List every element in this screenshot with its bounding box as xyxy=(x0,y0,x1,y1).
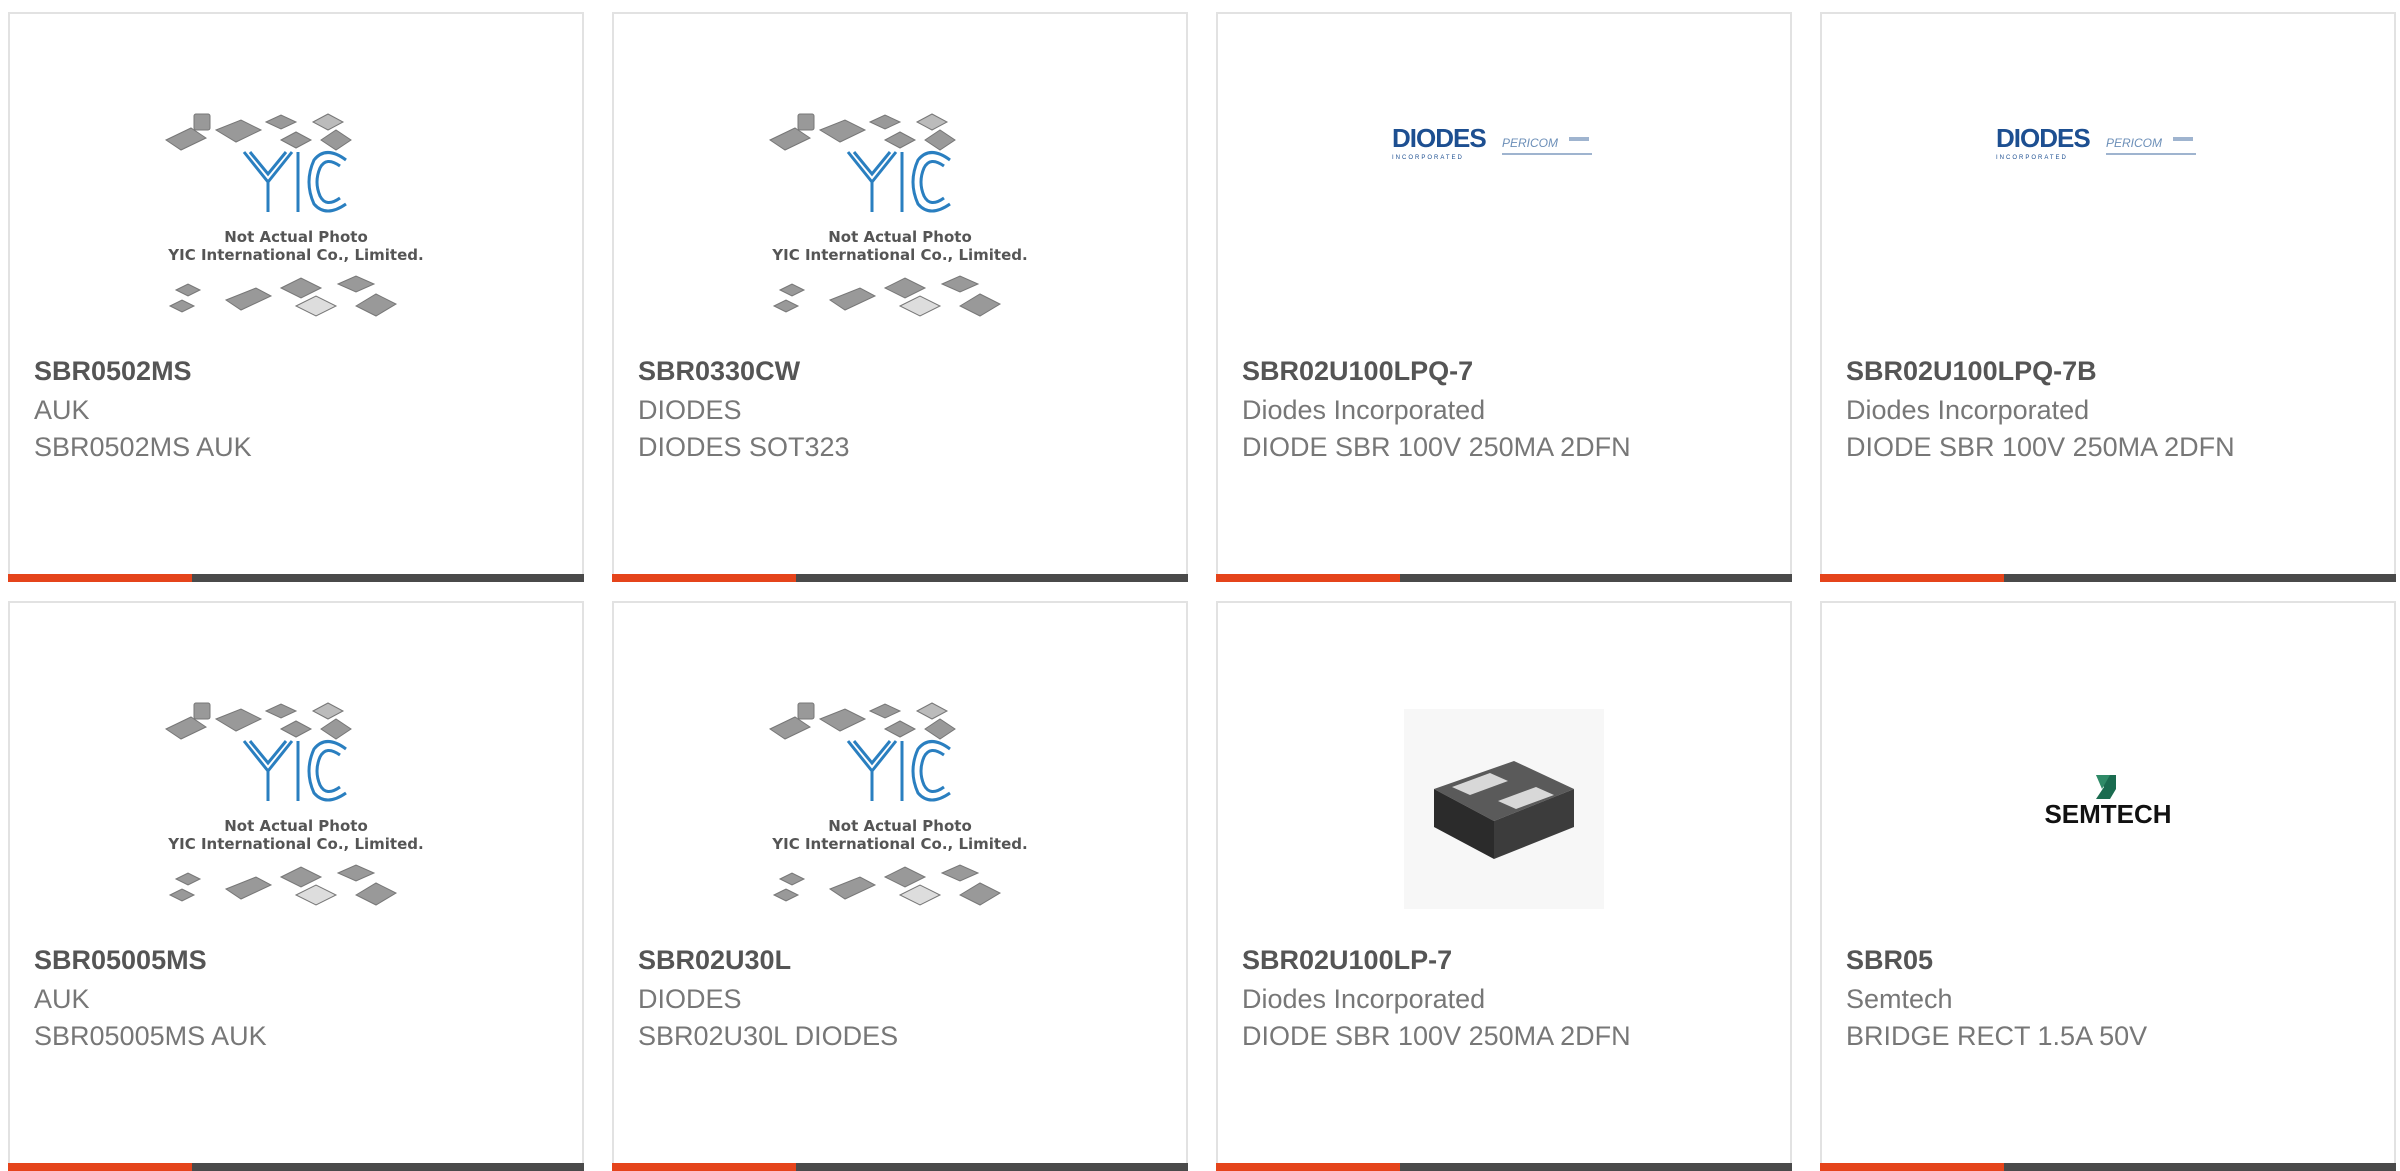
semtech-logo-text: SEMTECH xyxy=(2044,799,2171,829)
placeholder-line1: Not Actual Photo xyxy=(224,817,368,835)
product-image: DIODES INCORPORATED PERICOM xyxy=(1822,100,2394,340)
diodes-pericom-logo: DIODES INCORPORATED PERICOM xyxy=(1392,123,1592,161)
part-number[interactable]: SBR05 xyxy=(1846,945,1933,976)
card-accent-bar xyxy=(612,1163,796,1171)
yic-placeholder-image: Not Actual Photo YIC International Co., … xyxy=(768,702,1028,906)
product-card[interactable]: SBR02U100LP-7 Diodes Incorporated DIODE … xyxy=(1216,601,1792,1171)
product-card[interactable]: Not Actual Photo YIC International Co., … xyxy=(8,601,584,1171)
manufacturer: Diodes Incorporated xyxy=(1846,395,2090,425)
diodes-logo-text: DIODES xyxy=(1996,123,2090,153)
placeholder-line2: YIC International Co., Limited. xyxy=(771,835,1027,853)
placeholder-line2: YIC International Co., Limited. xyxy=(167,835,423,853)
product-image xyxy=(1218,689,1790,929)
part-number[interactable]: SBR02U30L xyxy=(638,945,791,976)
part-number[interactable]: SBR02U100LPQ-7 xyxy=(1242,356,1473,387)
description: SBR02U30L DIODES xyxy=(638,1021,899,1051)
manufacturer: Diodes Incorporated xyxy=(1242,984,1486,1014)
part-number[interactable]: SBR0330CW xyxy=(638,356,800,387)
part-number[interactable]: SBR0502MS xyxy=(34,356,192,387)
card-bottom-bar xyxy=(612,1163,1188,1171)
card-accent-bar xyxy=(8,574,192,582)
card-bottom-bar xyxy=(1216,574,1792,582)
manufacturer: DIODES xyxy=(638,395,742,425)
yic-placeholder-image: Not Actual Photo YIC International Co., … xyxy=(768,113,1028,317)
description: SBR0502MS AUK xyxy=(34,432,252,462)
yic-placeholder-image: Not Actual Photo YIC International Co., … xyxy=(164,702,424,906)
part-number[interactable]: SBR05005MS xyxy=(34,945,207,976)
card-accent-bar xyxy=(8,1163,192,1171)
diodes-pericom-logo: DIODES INCORPORATED PERICOM xyxy=(1996,123,2196,161)
pericom-logo-text: PERICOM xyxy=(2106,136,2162,150)
manufacturer: AUK xyxy=(34,395,90,425)
manufacturer: Diodes Incorporated xyxy=(1242,395,1486,425)
part-number[interactable]: SBR02U100LPQ-7B xyxy=(1846,356,2097,387)
description: DIODE SBR 100V 250MA 2DFN xyxy=(1242,432,1631,462)
yic-placeholder-image: Not Actual Photo YIC International Co., … xyxy=(164,113,424,317)
card-accent-bar xyxy=(1216,574,1400,582)
card-accent-bar xyxy=(1820,574,2004,582)
card-accent-bar xyxy=(1216,1163,1400,1171)
description: DIODES SOT323 xyxy=(638,432,850,462)
part-number[interactable]: SBR02U100LP-7 xyxy=(1242,945,1452,976)
manufacturer: DIODES xyxy=(638,984,742,1014)
card-bottom-bar xyxy=(1820,1163,2396,1171)
product-image: Not Actual Photo YIC International Co., … xyxy=(10,689,582,929)
placeholder-line1: Not Actual Photo xyxy=(224,228,368,246)
product-card[interactable]: Not Actual Photo YIC International Co., … xyxy=(612,601,1188,1171)
description: DIODE SBR 100V 250MA 2DFN xyxy=(1846,432,2235,462)
placeholder-line2: YIC International Co., Limited. xyxy=(167,246,423,264)
semtech-logo: SEMTECH xyxy=(2044,775,2172,829)
placeholder-line1: Not Actual Photo xyxy=(828,228,972,246)
card-bottom-bar xyxy=(612,574,1188,582)
product-card[interactable]: Not Actual Photo YIC International Co., … xyxy=(8,12,584,582)
card-bottom-bar xyxy=(8,574,584,582)
pericom-logo-text: PERICOM xyxy=(1502,136,1558,150)
manufacturer: Semtech xyxy=(1846,984,1953,1014)
diodes-logo-text: DIODES xyxy=(1392,123,1486,153)
product-card[interactable]: DIODES INCORPORATED PERICOM SBR02U100LPQ… xyxy=(1216,12,1792,582)
diodes-logo-subtext: INCORPORATED xyxy=(1392,155,1464,161)
product-image: Not Actual Photo YIC International Co., … xyxy=(10,100,582,340)
product-image: Not Actual Photo YIC International Co., … xyxy=(614,689,1186,929)
card-accent-bar xyxy=(1820,1163,2004,1171)
card-bottom-bar xyxy=(8,1163,584,1171)
description: DIODE SBR 100V 250MA 2DFN xyxy=(1242,1021,1631,1051)
diodes-logo-subtext: INCORPORATED xyxy=(1996,155,2068,161)
placeholder-line1: Not Actual Photo xyxy=(828,817,972,835)
product-image: SEMTECH xyxy=(1822,689,2394,929)
card-bottom-bar xyxy=(1820,574,2396,582)
product-card[interactable]: Not Actual Photo YIC International Co., … xyxy=(612,12,1188,582)
product-image: DIODES INCORPORATED PERICOM xyxy=(1218,100,1790,340)
placeholder-line2: YIC International Co., Limited. xyxy=(771,246,1027,264)
product-card[interactable]: DIODES INCORPORATED PERICOM SBR02U100LPQ… xyxy=(1820,12,2396,582)
description: SBR05005MS AUK xyxy=(34,1021,267,1051)
manufacturer: AUK xyxy=(34,984,90,1014)
product-card[interactable]: SEMTECH SBR05 Semtech BRIDGE RECT 1.5A 5… xyxy=(1820,601,2396,1171)
dfn-package-photo xyxy=(1404,709,1604,909)
card-bottom-bar xyxy=(1216,1163,1792,1171)
description: BRIDGE RECT 1.5A 50V xyxy=(1846,1021,2148,1051)
product-image: Not Actual Photo YIC International Co., … xyxy=(614,100,1186,340)
card-accent-bar xyxy=(612,574,796,582)
